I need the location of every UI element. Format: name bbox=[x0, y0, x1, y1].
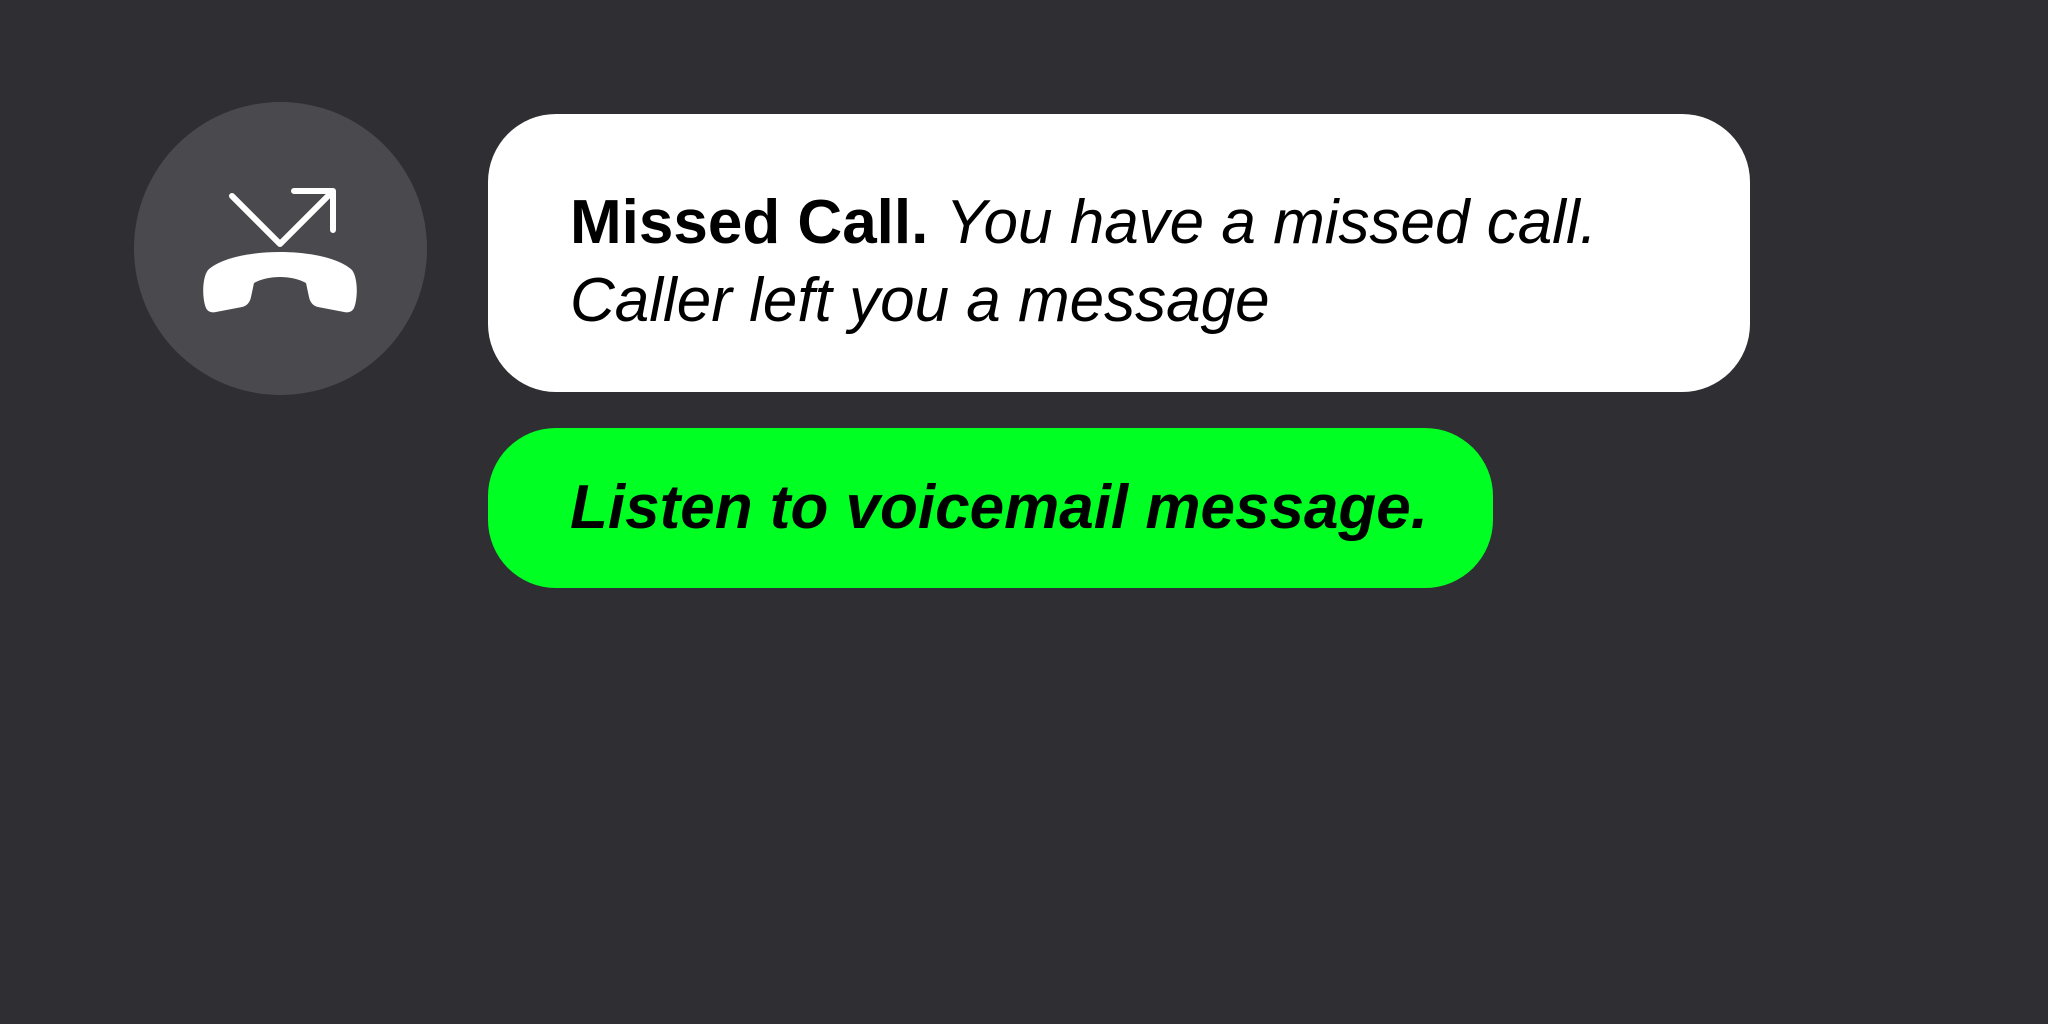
listen-voicemail-button[interactable]: Listen to voicemail message. bbox=[488, 428, 1493, 588]
notification-title: Missed Call. bbox=[570, 188, 929, 257]
missed-call-icon bbox=[203, 188, 357, 313]
missed-call-notification: Missed Call. You have a missed call. Cal… bbox=[488, 114, 1750, 392]
missed-call-avatar bbox=[134, 102, 427, 395]
